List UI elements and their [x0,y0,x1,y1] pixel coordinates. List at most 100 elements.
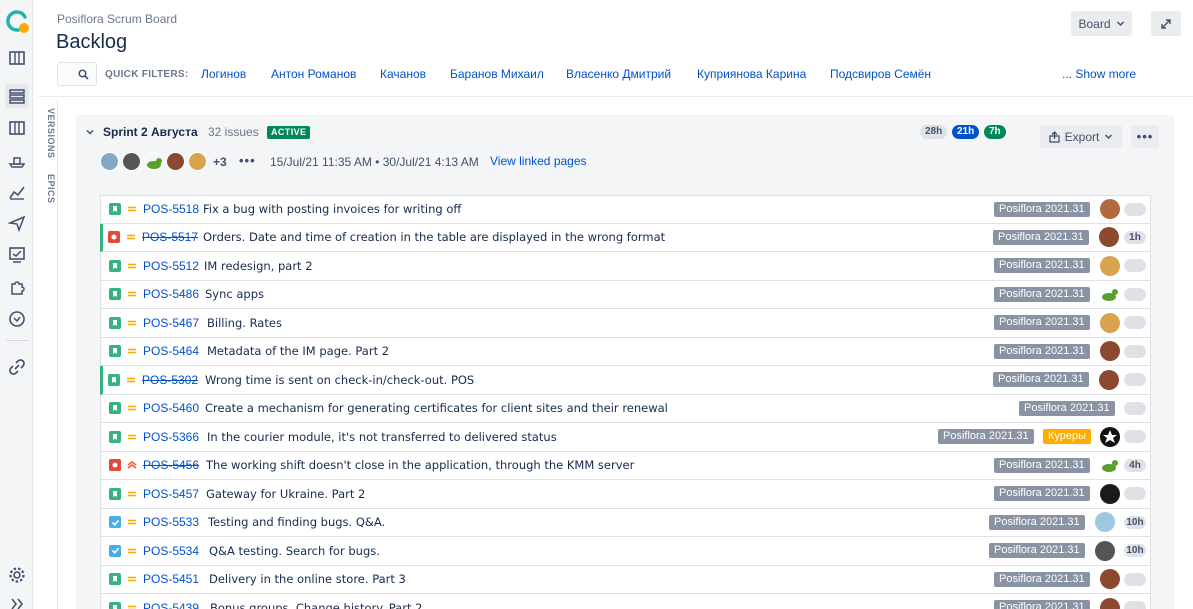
issue-key[interactable]: POS-5456 [143,458,199,472]
fix-version-lozenge: Posiflora 2021.31 [994,201,1090,217]
issue-key[interactable]: POS-5464 [143,344,199,358]
avatar[interactable] [1100,483,1120,504]
backlog-icon[interactable] [5,84,29,108]
posiflora-logo-icon[interactable] [5,9,29,33]
avatar[interactable] [1100,426,1120,447]
issue-key[interactable]: POS-5457 [143,487,199,501]
issue-row[interactable]: POS-5517 Orders. Date and time of creati… [100,223,1151,252]
issue-key[interactable]: POS-5460 [143,401,199,415]
tab-epics[interactable]: EPICS [40,174,56,204]
bug-icon [108,231,120,244]
issue-row[interactable]: POS-5302 Wrong time is sent on check-in/… [100,366,1151,395]
issue-row[interactable]: POS-5457 Gateway for Ukraine. Part 2 Pos… [100,480,1151,509]
issue-key[interactable]: POS-5486 [143,287,199,301]
sidebar-divider [6,340,28,341]
tab-versions[interactable]: VERSIONS [40,108,56,159]
avatar[interactable] [1100,199,1120,220]
avatar[interactable] [1095,540,1115,561]
avatar[interactable] [1100,312,1120,333]
fix-version-lozenge: Posiflora 2021.31 [1019,400,1115,416]
avatar[interactable] [144,152,163,171]
issue-key[interactable]: POS-5302 [142,373,198,387]
avatar[interactable] [166,152,185,171]
sprint-more-actions-button[interactable]: ••• [1131,125,1159,148]
sprint-name[interactable]: Sprint 2 Августа [103,125,198,139]
priority-medium-icon [127,377,135,383]
reports-icon[interactable] [5,180,29,204]
epic-lozenge[interactable]: Куреры [1043,429,1092,445]
board-dropdown-button[interactable]: Board [1071,11,1132,36]
search-input[interactable] [57,62,97,86]
link-icon[interactable] [5,355,29,379]
issue-key[interactable]: POS-5467 [143,316,199,330]
avatar[interactable] [1100,341,1120,362]
quick-filter-item[interactable]: Баранов Михаил [450,67,544,81]
active-sprints-icon[interactable] [5,116,29,140]
issue-row[interactable]: POS-5512 IM redesign, part 2 Posiflora 2… [100,252,1151,281]
issue-row[interactable]: POS-5467 Billing. Rates Posiflora 2021.3… [100,309,1151,338]
project-name[interactable]: Posiflora Scrum Board [57,12,177,26]
avatar[interactable] [1100,569,1120,590]
tests-icon[interactable] [5,243,29,267]
issue-row[interactable]: POS-5451 Delivery in the online store. P… [100,565,1151,594]
issue-row[interactable]: POS-5456 The working shift doesn't close… [100,451,1151,480]
issue-row[interactable]: POS-5534 Q&A testing. Search for bugs. P… [100,537,1151,566]
issue-key[interactable]: POS-5533 [143,515,199,529]
fix-version-lozenge: Posiflora 2021.31 [993,229,1089,245]
story-icon [109,288,121,301]
avatar[interactable] [1100,597,1120,609]
issue-row[interactable]: POS-5460 Create a mechanism for generati… [100,394,1151,423]
issue-row[interactable]: POS-5464 Metadata of the IM page. Part 2… [100,337,1151,366]
settings-gear-icon[interactable] [5,563,29,587]
fullscreen-button[interactable] [1151,11,1181,36]
priority-high-icon [127,461,137,469]
issue-key[interactable]: POS-5439 [143,601,199,609]
quick-filter-item[interactable]: Подсвиров Семён [830,67,931,81]
estimate-badge [1124,601,1146,609]
more-assignees-count[interactable]: +3 [213,155,227,169]
issue-key[interactable]: POS-5451 [143,572,199,586]
expand-sidebar-icon[interactable] [5,592,29,609]
export-button[interactable]: Export [1040,125,1122,148]
quick-filter-item[interactable]: Антон Романов [271,67,356,81]
boards-icon[interactable] [5,46,29,70]
components-icon[interactable] [5,275,29,299]
issue-row[interactable]: POS-5366 In the courier module, it's not… [100,423,1151,452]
deployments-icon[interactable] [5,211,29,235]
issue-row[interactable]: POS-5439 Bonus groups. Change history. P… [100,594,1151,609]
estimate-badge [1124,287,1146,301]
quick-filter-item[interactable]: Качанов [380,67,426,81]
avatar[interactable] [122,152,141,171]
issue-key[interactable]: POS-5534 [143,544,199,558]
bug-icon [109,459,121,472]
estimate-badge: 10h [1124,515,1146,529]
avatar[interactable] [1100,284,1120,304]
quick-filter-item[interactable]: Куприянова Карина [697,67,806,81]
chevron-down-icon[interactable] [84,126,96,138]
timesheet-icon[interactable] [5,307,29,331]
issue-key[interactable]: POS-5512 [143,259,199,273]
issue-summary: Sync apps [205,287,265,302]
quick-filter-item[interactable]: Логинов [201,67,246,81]
avatar[interactable] [1100,255,1120,276]
quick-filter-item[interactable]: Власенко Дмитрий [566,67,671,81]
assignees-overflow-button[interactable]: ••• [239,153,256,168]
issue-key[interactable]: POS-5518 [143,202,199,216]
view-linked-pages-link[interactable]: View linked pages [490,154,587,168]
issue-row[interactable]: POS-5518 Fix a bug with posting invoices… [100,195,1151,224]
releases-icon[interactable] [5,149,29,173]
avatar[interactable] [1095,512,1115,533]
issue-row[interactable]: POS-5486 Sync apps Posiflora 2021.31 [100,280,1151,309]
issue-summary: Create a mechanism for generating certif… [205,401,668,416]
show-more-filters-link[interactable]: ... Show more [1062,67,1136,81]
avatar[interactable] [1099,227,1119,248]
sprint-issue-count: 32 issues [208,125,259,139]
avatar[interactable] [100,152,119,171]
avatar[interactable] [1100,455,1120,475]
avatar[interactable] [1099,369,1119,390]
issue-key[interactable]: POS-5517 [142,230,198,244]
estimate-badge [1124,401,1146,415]
issue-key[interactable]: POS-5366 [143,430,199,444]
avatar[interactable] [188,152,207,171]
issue-row[interactable]: POS-5533 Testing and finding bugs. Q&A. … [100,508,1151,537]
